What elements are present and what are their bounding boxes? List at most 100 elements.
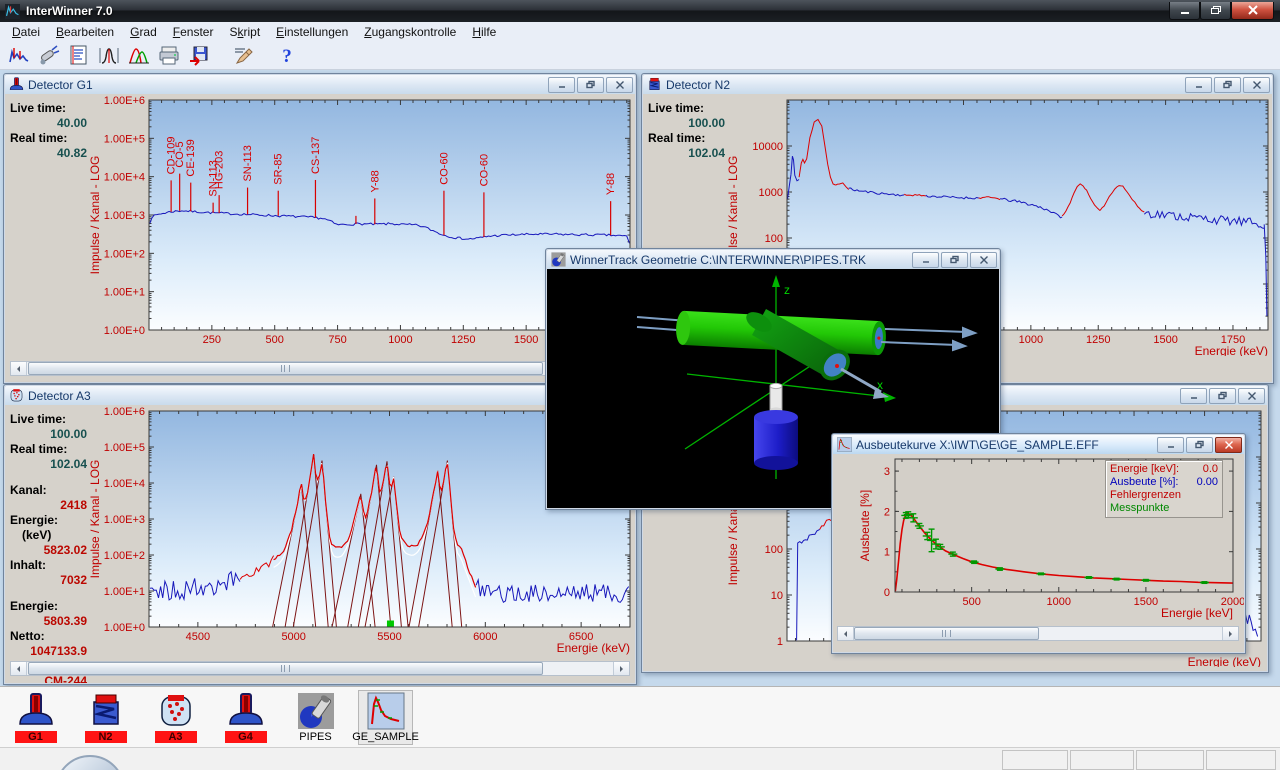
- spectrum-toolbar-button[interactable]: [4, 42, 34, 69]
- document-bar: G1 N2 A3 G4 PIPES GE_SAMPLE: [0, 686, 1280, 747]
- n2-restore-button[interactable]: [1214, 77, 1241, 93]
- track-close-button[interactable]: [970, 252, 997, 268]
- export-toolbar-button[interactable]: [184, 42, 214, 69]
- eff-minimize-button[interactable]: [1157, 437, 1184, 453]
- taskbar-item-g4[interactable]: G4: [218, 690, 273, 745]
- y-axis-label: Ausbeute [%]: [858, 490, 872, 561]
- info-label: Live time:: [10, 101, 89, 116]
- x-axis-label: Energie [keV]: [1161, 606, 1233, 620]
- window-detector-a3[interactable]: Detector A3 Live time:100.00Real time:10…: [3, 384, 637, 685]
- g1-minimize-button[interactable]: [548, 77, 575, 93]
- track-restore-button[interactable]: [941, 252, 968, 268]
- track-title-bar[interactable]: WinnerTrack Geometrie C:\INTERWINNER\PIP…: [547, 250, 999, 269]
- scroll-left-arrow[interactable]: [11, 362, 27, 375]
- legend-row: Energie [keV]:0.0: [1110, 463, 1218, 476]
- app-title: InterWinner 7.0: [26, 4, 113, 18]
- n2-close-button[interactable]: [1243, 77, 1270, 93]
- script-toolbar-button[interactable]: [228, 42, 258, 69]
- z-axis-arrowhead: [772, 275, 780, 287]
- menu-item-fenster[interactable]: Fenster: [165, 24, 222, 40]
- window-efficiency-curve[interactable]: Ausbeutekurve X:\IWT\GE\GE_SAMPLE.EFF 50…: [831, 433, 1246, 654]
- app-restore-button[interactable]: [1200, 2, 1231, 20]
- g1-h-scrollbar[interactable]: [10, 361, 630, 376]
- n2-title-bar[interactable]: Detector N2: [643, 75, 1272, 94]
- info-label: Energie:: [10, 599, 89, 614]
- print-toolbar-button[interactable]: [154, 42, 184, 69]
- acquire-toolbar-button[interactable]: [34, 42, 64, 69]
- a3-h-scrollbar[interactable]: [10, 661, 630, 676]
- info-value: 102.04: [10, 457, 89, 472]
- fit-toolbar-button[interactable]: [94, 42, 124, 69]
- detector-icon: [17, 692, 55, 730]
- peak-label: CO-60: [478, 154, 490, 186]
- eff-close-button[interactable]: [1215, 437, 1242, 453]
- menu-item-skript[interactable]: Skript: [221, 24, 268, 40]
- taskbar-item-label: G1: [15, 731, 57, 743]
- g4-restore-button[interactable]: [1209, 388, 1236, 404]
- peak-label: CE-139: [185, 139, 197, 176]
- a3-title-bar[interactable]: Detector A3: [5, 386, 635, 405]
- taskbar-item-a3[interactable]: A3: [148, 690, 203, 745]
- peak-label: HG-203: [214, 151, 226, 190]
- eff-restore-button[interactable]: [1186, 437, 1213, 453]
- x-tick-label: 250: [203, 334, 221, 346]
- status-bar: [0, 747, 1280, 770]
- efficiency-icon: [367, 692, 405, 730]
- n2-minimize-button[interactable]: [1185, 77, 1212, 93]
- scroll-thumb[interactable]: [854, 627, 1039, 640]
- y-tick-label: 1.00E+1: [104, 586, 145, 598]
- taskbar-item-g1[interactable]: G1: [8, 690, 63, 745]
- eff-h-scrollbar[interactable]: [837, 626, 1239, 641]
- track-minimize-button[interactable]: [912, 252, 939, 268]
- menu-item-einstellungen[interactable]: Einstellungen: [268, 24, 356, 40]
- menu-item-hilfe[interactable]: Hilfe: [464, 24, 504, 40]
- menu-item-grad[interactable]: Grad: [122, 24, 165, 40]
- peak-label: Y-88: [605, 173, 617, 195]
- legend-label: Fehlergrenzen: [1110, 489, 1181, 502]
- overlay-toolbar-button[interactable]: [124, 42, 154, 69]
- peak-label: CS-137: [310, 137, 322, 174]
- g4-minimize-button[interactable]: [1180, 388, 1207, 404]
- legend-row: Fehlergrenzen: [1110, 489, 1218, 502]
- y-tick-label: 2: [884, 506, 890, 518]
- n2-window-title: Detector N2: [666, 78, 730, 92]
- report-toolbar-button[interactable]: [64, 42, 94, 69]
- scroll-left-arrow[interactable]: [11, 662, 27, 675]
- info-value: 100.00: [648, 116, 727, 131]
- status-panel: [1136, 750, 1204, 770]
- app-title-bar[interactable]: InterWinner 7.0: [0, 0, 1280, 22]
- g1-title-bar[interactable]: Detector G1: [5, 75, 635, 94]
- help-toolbar-button[interactable]: ?: [272, 42, 302, 69]
- x-tick-label: 1500: [514, 334, 538, 346]
- scroll-thumb[interactable]: [28, 362, 543, 375]
- g4-close-button[interactable]: [1238, 388, 1265, 404]
- app-minimize-button[interactable]: [1169, 2, 1200, 20]
- beam-arrows-right: [881, 328, 975, 350]
- collimator-cylinder: [770, 383, 782, 412]
- taskbar-item-ge_sample[interactable]: GE_SAMPLE: [358, 690, 413, 745]
- detector-icon: [227, 692, 265, 730]
- a3-window-title: Detector A3: [28, 389, 91, 403]
- info-label: Netto:: [10, 629, 89, 644]
- y-tick-label: 1.00E+5: [104, 442, 145, 454]
- menu-item-zugangskontrolle[interactable]: Zugangskontrolle: [356, 24, 464, 40]
- info-label: Live time:: [648, 101, 727, 116]
- menu-item-bearbeiten[interactable]: Bearbeiten: [48, 24, 122, 40]
- scroll-right-arrow[interactable]: [1222, 627, 1238, 640]
- taskbar-item-pipes[interactable]: PIPES: [288, 690, 343, 745]
- menu-bar: DateiBearbeitenGradFensterSkriptEinstell…: [0, 22, 1280, 41]
- eff-title-bar[interactable]: Ausbeutekurve X:\IWT\GE\GE_SAMPLE.EFF: [833, 435, 1244, 454]
- app-close-button[interactable]: [1231, 2, 1274, 20]
- y-tick-label: 1.00E+3: [104, 210, 145, 222]
- g1-close-button[interactable]: [606, 77, 633, 93]
- x-tick-label: 1000: [1047, 596, 1071, 608]
- roi-marker: [387, 621, 394, 627]
- interwinner-app: InterWinner 7.0 DateiBearbeitenGradFenst…: [0, 0, 1280, 770]
- window-detector-g1[interactable]: Detector G1 Live time:40.00Real time:40.…: [3, 73, 637, 384]
- scroll-thumb[interactable]: [28, 662, 543, 675]
- menu-item-datei[interactable]: Datei: [4, 24, 48, 40]
- taskbar-item-n2[interactable]: N2: [78, 690, 133, 745]
- scroll-left-arrow[interactable]: [838, 627, 854, 640]
- g1-restore-button[interactable]: [577, 77, 604, 93]
- scroll-right-arrow[interactable]: [613, 662, 629, 675]
